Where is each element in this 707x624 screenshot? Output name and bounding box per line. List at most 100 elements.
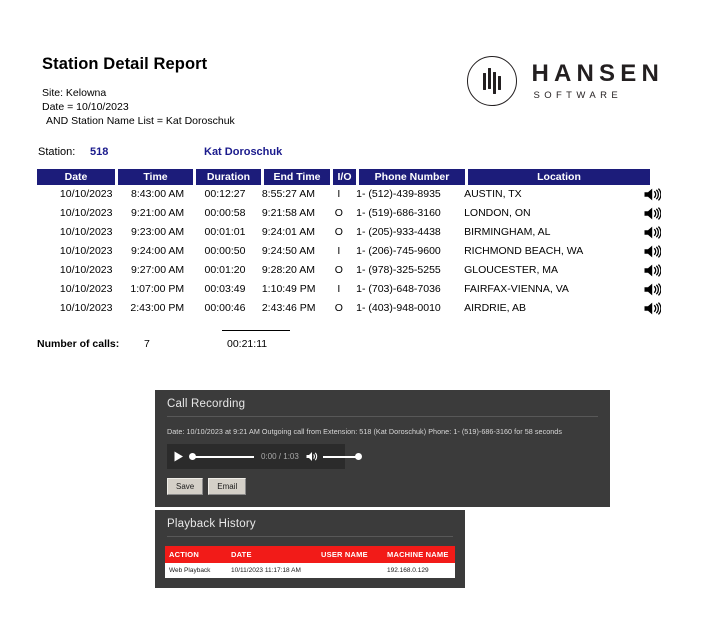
cell-time: 1:07:00 PM [130, 283, 185, 295]
speaker-icon [644, 244, 661, 258]
cell-time: 2:43:00 PM [130, 302, 185, 314]
play-recording-button[interactable] [642, 280, 671, 299]
speaker-icon [644, 206, 661, 220]
cell-io: O [334, 302, 343, 314]
playback-history-row: Web Playback 10/11/2023 11:17:18 AM 192.16… [165, 563, 455, 578]
history-cell-user-name [317, 563, 383, 578]
cell-duration: 00:00:58 [204, 207, 246, 219]
playback-history-header-row: ACTION DATE USER NAME MACHINE NAME [165, 546, 455, 563]
cell-phone: 1- (205)-933-4438 [356, 226, 441, 238]
play-recording-button[interactable] [642, 185, 671, 204]
email-button[interactable]: Email [208, 478, 247, 495]
cell-duration: 00:01:20 [204, 264, 246, 276]
station-label: Station: [38, 146, 76, 158]
cell-phone: 1- (703)-648-7036 [356, 283, 441, 295]
cell-io: I [337, 188, 341, 200]
cell-end-time: 9:24:01 AM [261, 226, 315, 238]
cell-location: AIRDRIE, AB [464, 302, 526, 314]
cell-location: LONDON, ON [464, 207, 531, 219]
cell-end-time: 1:10:49 PM [261, 283, 316, 295]
cell-end-time: 8:55:27 AM [261, 188, 315, 200]
speaker-icon [644, 263, 661, 277]
play-recording-button[interactable] [642, 204, 671, 223]
history-column-header-machine-name: MACHINE NAME [383, 546, 455, 563]
save-button[interactable]: Save [167, 478, 204, 495]
hansen-logo-mark-icon [467, 56, 518, 106]
cell-date: 10/10/2023 [59, 302, 113, 314]
column-header-date: Date [37, 169, 115, 185]
play-recording-button[interactable] [642, 299, 671, 318]
volume-slider[interactable] [322, 450, 364, 463]
cell-end-time: 9:21:58 AM [261, 207, 315, 219]
cell-phone: 1- (978)-325-5255 [356, 264, 441, 276]
cell-date: 10/10/2023 [59, 188, 113, 200]
playback-history-table: ACTION DATE USER NAME MACHINE NAME Web P… [165, 546, 455, 578]
cell-end-time: 9:28:20 AM [261, 264, 315, 276]
speaker-icon [644, 225, 661, 239]
play-recording-button[interactable] [642, 261, 671, 280]
totals-divider [222, 330, 290, 331]
cell-location: BIRMINGHAM, AL [464, 226, 551, 238]
cell-end-time: 2:43:46 PM [261, 302, 316, 314]
column-header-time: Time [118, 169, 193, 185]
station-number: 518 [90, 146, 109, 158]
cell-end-time: 9:24:50 AM [261, 245, 315, 257]
table-row: 10/10/2023 9:23:00 AM 00:01:01 9:24:01 AM O 1… [37, 223, 671, 242]
cell-duration: 00:01:01 [204, 226, 246, 238]
table-body: 10/10/2023 8:43:00 AM 00:12:27 8:55:27 AM I 1… [37, 185, 671, 318]
logo-brand-subtitle: SOFTWARE [533, 89, 623, 101]
number-of-calls-value: 7 [144, 338, 150, 350]
call-detail-table: Date Time Duration End Time I/O Phone Nu… [37, 169, 671, 318]
cell-location: RICHMOND BEACH, WA [464, 245, 584, 257]
table-row: 10/10/2023 1:07:00 PM 00:03:49 1:10:49 PM I 1… [37, 280, 671, 299]
play-recording-button[interactable] [642, 223, 671, 242]
cell-io: I [337, 283, 341, 295]
history-column-header-action: ACTION [165, 546, 227, 563]
play-recording-button[interactable] [642, 242, 671, 261]
cell-duration: 00:03:49 [204, 283, 246, 295]
cell-time: 9:24:00 AM [131, 245, 185, 257]
column-header-end-time: End Time [264, 169, 330, 185]
speaker-icon [644, 301, 661, 315]
cell-location: FAIRFAX-VIENNA, VA [464, 283, 569, 295]
cell-duration: 00:12:27 [204, 188, 246, 200]
cell-duration: 00:00:46 [204, 302, 246, 314]
speaker-icon [644, 187, 661, 201]
history-cell-date: 10/11/2023 11:17:18 AM [227, 563, 317, 578]
seek-slider[interactable] [189, 450, 257, 463]
call-recording-title: Call Recording [167, 398, 246, 410]
station-line: Station: 518 Kat Doroschuk [38, 146, 658, 160]
cell-io: O [334, 207, 343, 219]
play-icon[interactable] [172, 450, 185, 463]
cell-time: 9:23:00 AM [131, 226, 185, 238]
hansen-software-logo: HANSEN SOFTWARE [467, 56, 664, 106]
seek-handle[interactable] [189, 453, 196, 460]
cell-time: 9:27:00 AM [131, 264, 185, 276]
volume-handle[interactable] [354, 453, 362, 460]
cell-duration: 00:00:50 [204, 245, 246, 257]
table-header-row: Date Time Duration End Time I/O Phone Nu… [37, 169, 671, 185]
volume-track [322, 455, 359, 458]
number-of-calls-label: Number of calls: [37, 338, 120, 350]
history-cell-action: Web Playback [165, 563, 227, 578]
history-column-header-user-name: USER NAME [317, 546, 383, 563]
playback-history-panel: Playback History ACTION DATE USER NAME M… [155, 510, 465, 588]
call-recording-description: Date: 10/10/2023 at 9:21 AM Outgoing cal… [167, 427, 563, 436]
cell-io: I [337, 245, 341, 257]
cell-phone: 1- (206)-745-9600 [356, 245, 441, 257]
cell-date: 10/10/2023 [59, 226, 113, 238]
audio-player[interactable]: 0:00 / 1:03 [167, 444, 362, 469]
table-row: 10/10/2023 2:43:00 PM 00:00:46 2:43:46 PM O 1… [37, 299, 671, 318]
recording-actions: Save Email [167, 478, 610, 495]
logo-brand-name: HANSEN [531, 59, 664, 87]
station-name: Kat Doroschuk [204, 146, 283, 158]
table-row: 10/10/2023 9:24:00 AM 00:00:50 9:24:50 AM I 1… [37, 242, 671, 261]
cell-date: 10/10/2023 [59, 207, 113, 219]
cell-location: GLOUCESTER, MA [464, 264, 559, 276]
cell-io: O [334, 264, 343, 276]
time-display: 0:00 / 1:03 [261, 452, 299, 461]
volume-icon[interactable] [306, 451, 318, 462]
cell-phone: 1- (403)-948-0010 [356, 302, 441, 314]
call-recording-panel: Call Recording Date: 10/10/2023 at 9:21 … [155, 390, 610, 507]
cell-time: 9:21:00 AM [131, 207, 185, 219]
